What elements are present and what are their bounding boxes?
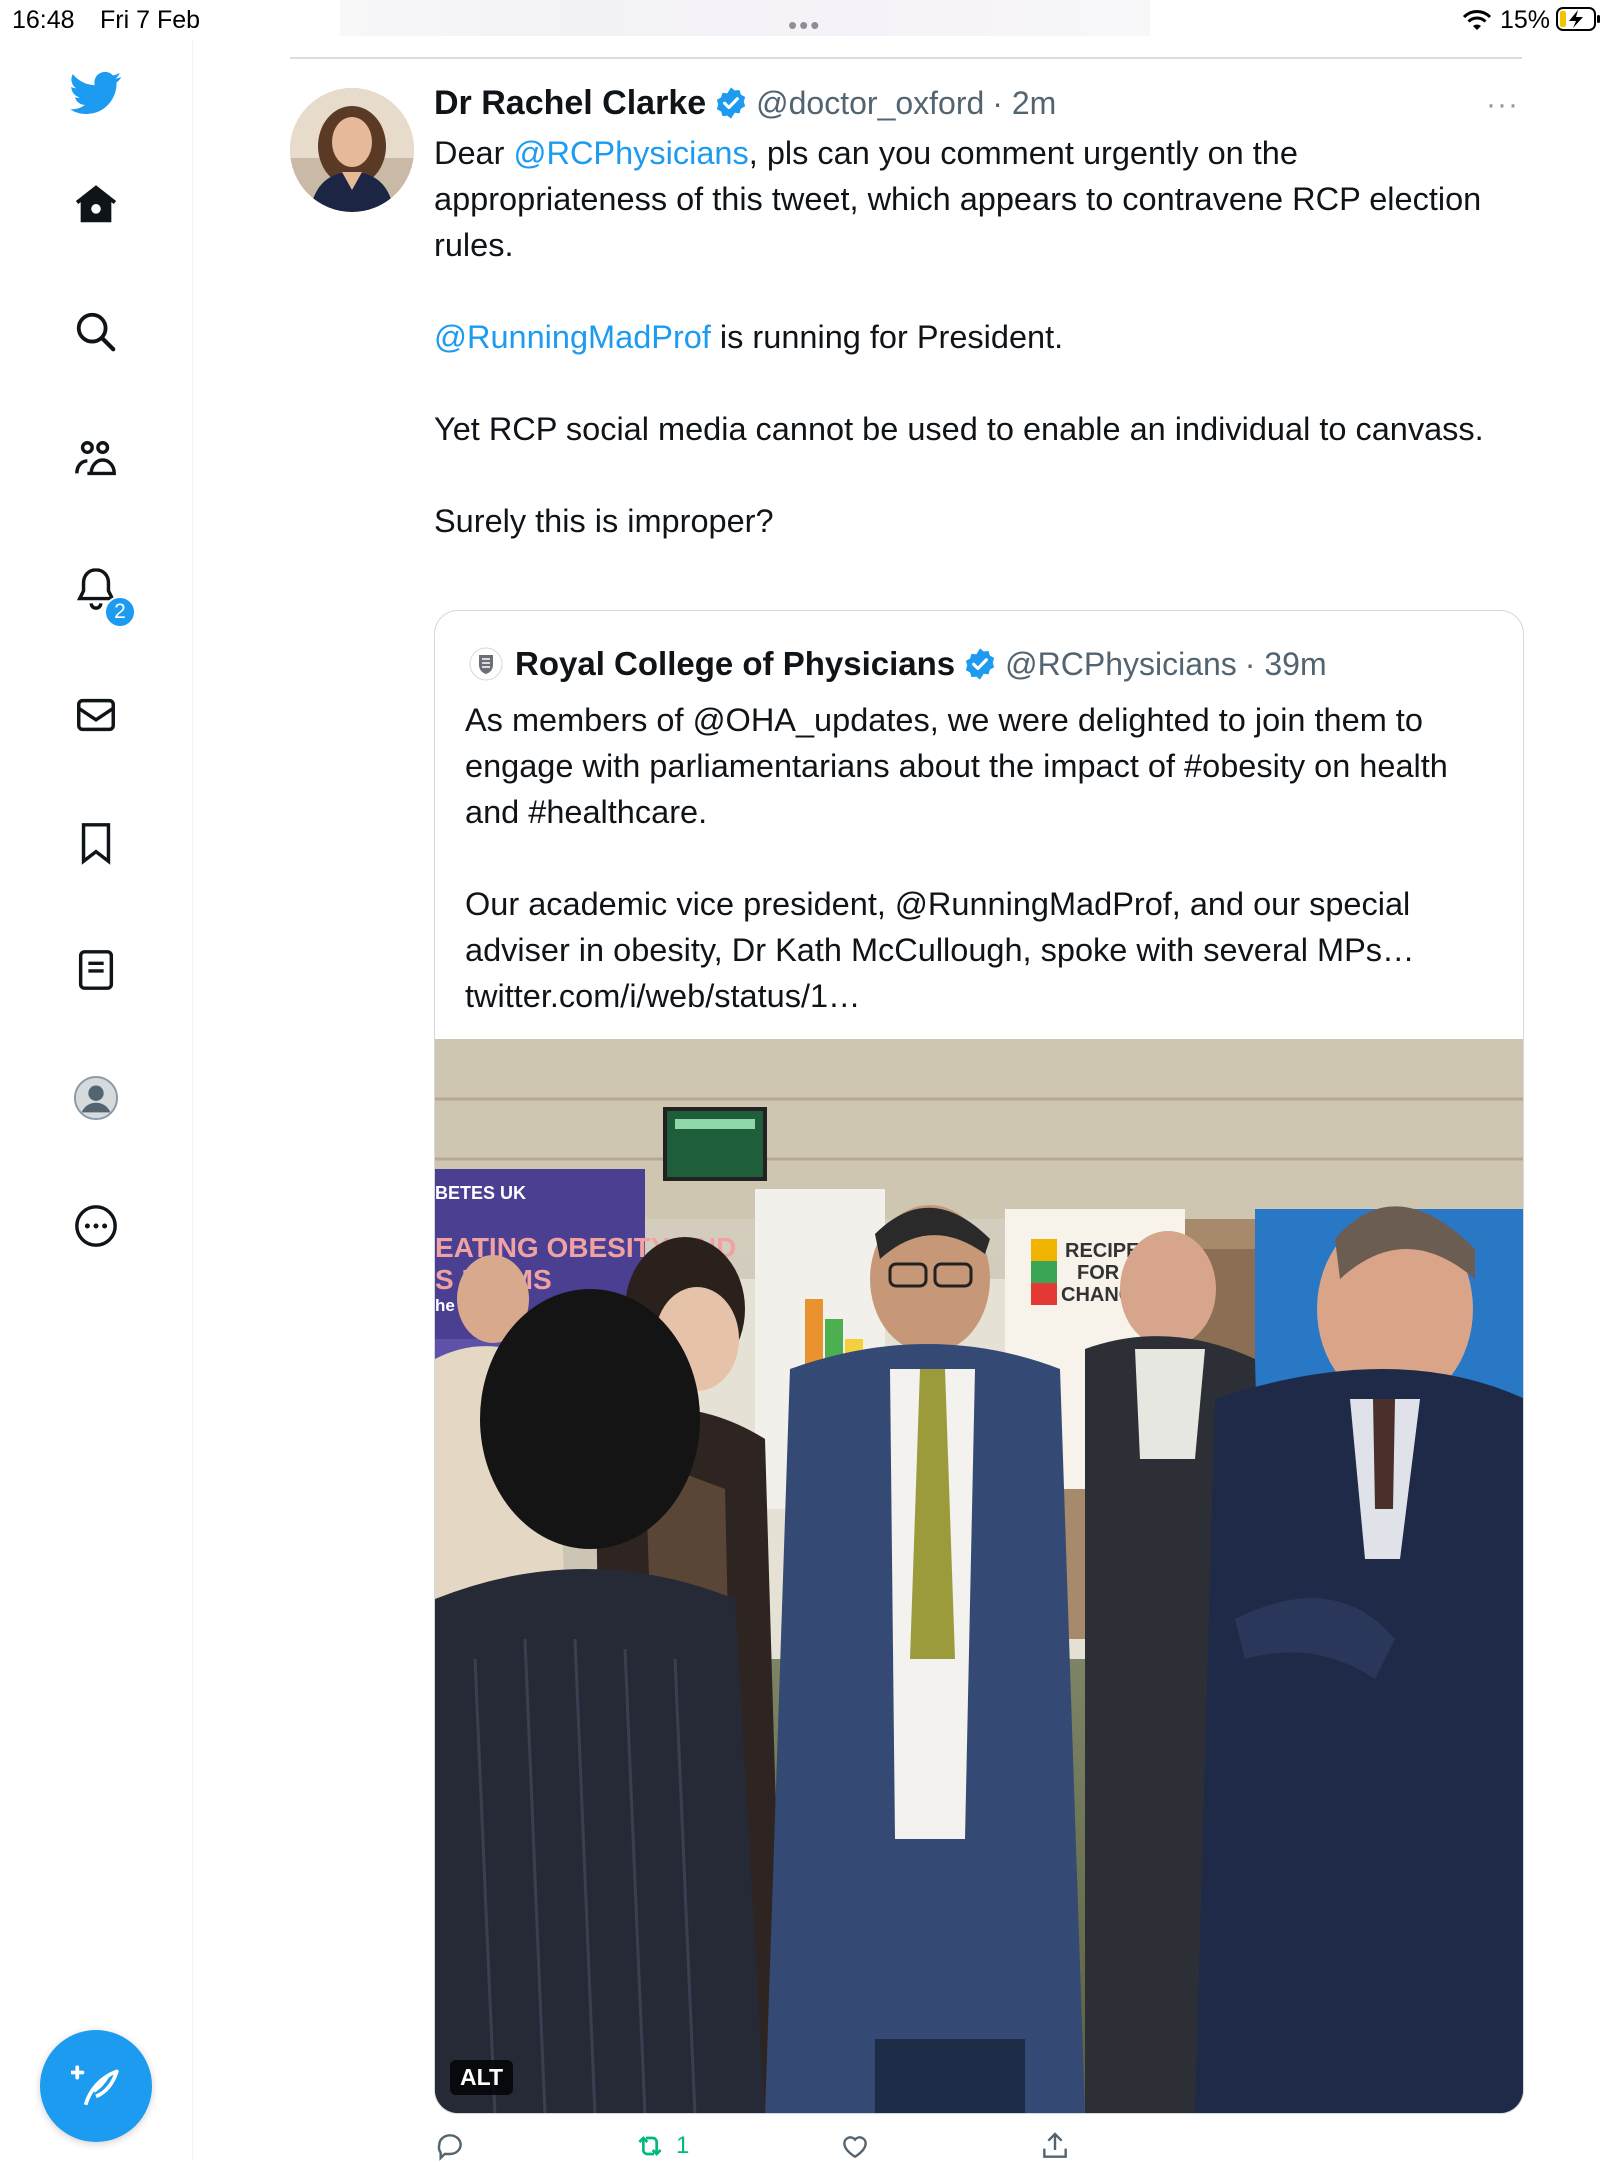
tweet-time[interactable]: · 2m <box>992 85 1056 122</box>
like-button[interactable] <box>839 2130 871 2162</box>
lists-icon[interactable] <box>63 937 129 1003</box>
share-icon <box>1043 2132 1067 2158</box>
wifi-icon <box>1462 10 1492 30</box>
verified-badge-icon <box>965 648 995 680</box>
text: is running for President. <box>710 319 1064 355</box>
tweet-actions: 1 <box>434 2130 1524 2162</box>
heart-icon <box>843 2136 867 2159</box>
divider <box>290 57 1522 59</box>
tweet-paragraph: @RunningMadProf is running for President… <box>434 314 1524 360</box>
status-time: 16:48 <box>12 6 75 34</box>
search-icon[interactable] <box>63 299 129 365</box>
communities-icon[interactable] <box>63 427 129 493</box>
battery-charging-icon <box>1556 7 1600 31</box>
messages-icon[interactable] <box>63 682 129 748</box>
quote-photo[interactable]: BETES UK EATING OBESITY AND S H RMS he l… <box>435 1039 1523 2113</box>
more-icon[interactable] <box>63 1193 129 1259</box>
quoted-tweet-card[interactable]: Royal College of Physicians @RCPhysician… <box>434 610 1524 2114</box>
poster-text-2: FOR <box>1077 1262 1120 1284</box>
status-date: Fri 7 Feb <box>100 6 201 34</box>
multitasking-dots-icon[interactable]: ••• <box>788 10 821 41</box>
retweet-count: 1 <box>676 2132 690 2159</box>
mention-link[interactable]: @RunningMadProf <box>434 319 711 355</box>
quote-paragraph: Our academic vice president, @RunningMad… <box>465 886 1415 968</box>
reply-button[interactable] <box>434 2130 466 2162</box>
feather-plus-icon <box>71 2065 119 2106</box>
author-name[interactable]: Dr Rachel Clarke <box>434 84 706 123</box>
bookmarks-icon[interactable] <box>63 810 129 876</box>
retweet-button[interactable]: 1 <box>634 2130 689 2162</box>
alt-text-badge[interactable]: ALT <box>450 2060 514 2095</box>
quote-author-handle[interactable]: @RCPhysicians <box>1005 646 1237 683</box>
battery-percentage: 15% <box>1500 6 1551 34</box>
status-bar-blur <box>340 0 1150 36</box>
sidebar: 2 <box>0 40 193 2160</box>
avatar[interactable] <box>290 88 414 212</box>
tweet-more-button[interactable]: ··· <box>1486 88 1519 122</box>
quote-paragraph: As members of @OHA_updates, we were deli… <box>465 702 1448 830</box>
reply-icon <box>437 2134 462 2161</box>
verified-badge-icon <box>716 87 746 119</box>
mention-link[interactable]: @RCPhysicians <box>513 135 748 171</box>
twitter-logo[interactable] <box>63 60 129 126</box>
quote-text: As members of @OHA_updates, we were deli… <box>465 697 1495 1019</box>
quote-time[interactable]: · 39m <box>1245 646 1327 683</box>
tweet-paragraph: Dear @RCPhysicians, pls can you comment … <box>434 130 1524 268</box>
author-handle[interactable]: @doctor_oxford <box>756 85 984 122</box>
rcp-crest-icon <box>469 647 503 681</box>
quote-author-name[interactable]: Royal College of Physicians <box>515 645 955 683</box>
truncated-link[interactable]: twitter.com/i/web/status/1… <box>465 973 1495 1019</box>
profile-icon[interactable] <box>63 1065 129 1131</box>
tweet-paragraph: Yet RCP social media cannot be used to e… <box>434 411 1484 447</box>
tweet-paragraph: Surely this is improper? <box>434 503 774 539</box>
notification-badge: 2 <box>104 596 136 628</box>
event-photo: BETES UK EATING OBESITY AND S H RMS he l… <box>435 1039 1523 2113</box>
retweet-icon <box>638 2136 662 2156</box>
banner-top-text: BETES UK <box>435 1183 526 1203</box>
compose-tweet-button[interactable] <box>40 2030 152 2142</box>
home-icon[interactable] <box>63 172 129 238</box>
tweet-text: Dear @RCPhysicians, pls can you comment … <box>434 130 1524 590</box>
share-button[interactable] <box>1039 2130 1071 2162</box>
text: Dear <box>434 135 514 171</box>
